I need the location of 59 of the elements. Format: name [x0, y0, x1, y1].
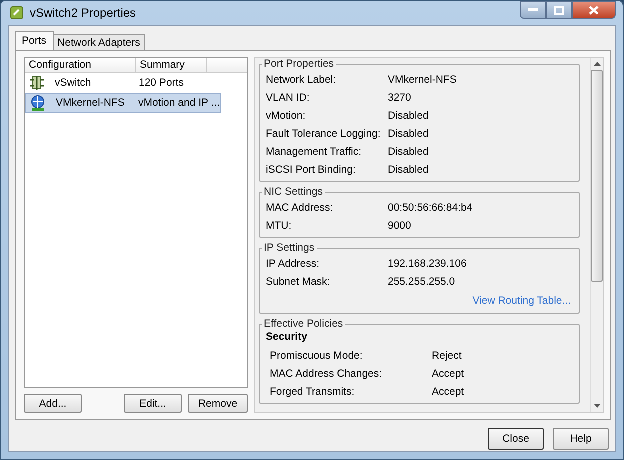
- scroll-down-icon[interactable]: [594, 404, 600, 408]
- property-label: Promiscuous Mode:: [269, 350, 364, 362]
- list-button[interactable]: Remove: [188, 394, 248, 413]
- dialog-button[interactable]: Close: [488, 428, 544, 450]
- property-label: Forged Transmits:: [269, 386, 356, 398]
- group-title: NIC Settings: [263, 186, 324, 198]
- window-title: vSwitch2 Properties: [30, 6, 136, 20]
- list-row[interactable]: vSwitch 120 Ports: [25, 74, 219, 92]
- property-label: vMotion:: [266, 110, 307, 122]
- column-header[interactable]: Configuration: [25, 58, 136, 72]
- switch-icon: [29, 75, 45, 91]
- property-label: VLAN ID:: [266, 92, 311, 104]
- column-header[interactable]: Summary: [136, 58, 207, 72]
- property-value: Accept: [432, 368, 464, 380]
- row-summary: vMotion and IP ...: [138, 97, 220, 109]
- list-button[interactable]: Edit...: [124, 394, 182, 413]
- tab[interactable]: Network Adapters: [52, 34, 146, 50]
- row-summary: 120 Ports: [139, 77, 185, 89]
- row-name: vSwitch: [55, 77, 92, 89]
- property-value: Reject: [432, 350, 462, 362]
- scroll-up-icon[interactable]: [594, 62, 600, 66]
- app-icon: [10, 6, 24, 20]
- tab[interactable]: Ports: [15, 31, 54, 50]
- globe-icon: [30, 95, 46, 111]
- property-label: Fault Tolerance Logging:: [266, 128, 382, 140]
- property-value: Disabled: [388, 110, 429, 122]
- minimize-button[interactable]: [520, 1, 546, 19]
- section-heading: Security: [266, 331, 308, 345]
- property-value: Accept: [432, 386, 464, 398]
- property-label: MAC Address Changes:: [269, 368, 384, 380]
- property-label: Management Traffic:: [266, 146, 363, 158]
- close-icon[interactable]: [589, 6, 599, 14]
- maximize-button[interactable]: [546, 1, 572, 19]
- property-value: 255.255.255.0: [388, 276, 456, 288]
- row-name: VMkernel-NFS: [56, 97, 125, 109]
- property-value: 3270: [388, 92, 412, 104]
- list-row[interactable]: VMkernel-NFS vMotion and IP ...: [25, 93, 221, 113]
- property-label: MAC Address:: [266, 202, 334, 214]
- property-value: 9000: [388, 220, 412, 232]
- property-label: Network Label:: [266, 74, 338, 86]
- property-value: 00:50:56:66:84:b4: [388, 202, 473, 214]
- property-label: Subnet Mask:: [266, 276, 332, 288]
- close-button[interactable]: [572, 1, 616, 19]
- vertical-scrollbar[interactable]: [590, 58, 603, 412]
- property-value: Disabled: [388, 164, 429, 176]
- dialog-button[interactable]: Help: [553, 428, 609, 450]
- property-value: Disabled: [388, 128, 429, 140]
- property-label: IP Address:: [266, 258, 321, 270]
- property-label: MTU:: [266, 220, 293, 232]
- group-title: Port Properties: [263, 58, 336, 70]
- property-value: VMkernel-NFS: [388, 74, 457, 86]
- list-button[interactable]: Add...: [24, 394, 82, 413]
- group-title: IP Settings: [263, 242, 316, 254]
- property-value: Disabled: [388, 146, 429, 158]
- routing-table-link[interactable]: View Routing Table...: [472, 295, 571, 307]
- group-title: Effective Policies: [263, 318, 344, 330]
- scroll-thumb[interactable]: [591, 70, 603, 282]
- property-label: iSCSI Port Binding:: [266, 164, 357, 176]
- property-value: 192.168.239.106: [388, 258, 467, 270]
